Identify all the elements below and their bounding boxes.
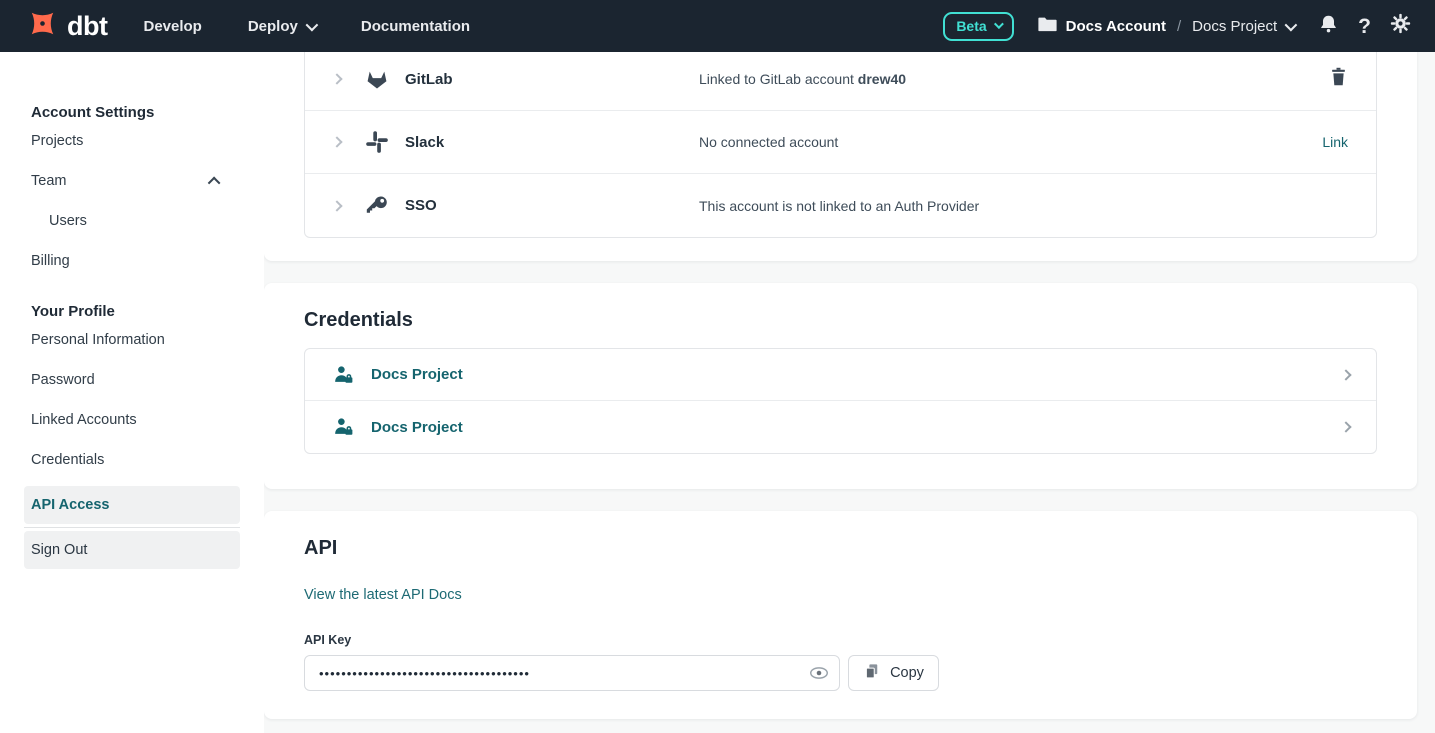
linked-account-row-slack[interactable]: Slack No connected account Link — [305, 111, 1376, 174]
sidebar-item-billing[interactable]: Billing — [0, 241, 264, 281]
credentials-card: Credentials Docs Project — [264, 283, 1417, 489]
sidebar-item-credentials[interactable]: Credentials — [0, 440, 264, 480]
sidebar-heading-your-profile: Your Profile — [0, 303, 264, 320]
user-lock-icon — [333, 364, 355, 386]
copy-icon — [863, 662, 881, 685]
copy-button-label: Copy — [890, 665, 924, 681]
gear-icon[interactable] — [1390, 13, 1411, 39]
breadcrumb: Docs Account / Docs Project — [1038, 16, 1295, 36]
credentials-title: Credentials — [264, 283, 1417, 332]
sidebar-item-team[interactable]: Team — [0, 161, 264, 201]
linked-account-status: This account is not linked to an Auth Pr… — [699, 198, 979, 214]
slack-icon — [365, 130, 389, 154]
linked-account-status: Linked to GitLab account drew40 — [699, 71, 906, 87]
chevron-right-icon[interactable] — [331, 73, 342, 84]
credential-project-name: Docs Project — [371, 366, 463, 383]
linked-account-name: GitLab — [405, 71, 453, 88]
sidebar-item-projects[interactable]: Projects — [0, 121, 264, 161]
row-actions: Link — [1322, 134, 1348, 150]
nav-develop[interactable]: Develop — [143, 18, 201, 35]
sidebar-item-sign-out[interactable]: Sign Out — [24, 531, 240, 569]
folder-icon — [1038, 16, 1057, 36]
breadcrumb-separator: / — [1177, 18, 1181, 35]
top-nav: Develop Deploy Documentation — [143, 18, 470, 35]
help-icon[interactable]: ? — [1358, 16, 1371, 37]
breadcrumb-account[interactable]: Docs Account — [1066, 18, 1166, 35]
nav-documentation[interactable]: Documentation — [361, 18, 470, 35]
key-icon — [365, 194, 389, 218]
slack-link-button[interactable]: Link — [1322, 134, 1348, 150]
settings-sidebar: Account Settings Projects Team Users Bil… — [0, 52, 264, 733]
api-docs-link[interactable]: View the latest API Docs — [304, 587, 462, 603]
linked-account-name: SSO — [405, 197, 437, 214]
gitlab-icon — [365, 67, 389, 91]
sidebar-item-api-access[interactable]: API Access — [24, 486, 240, 524]
credential-row[interactable]: Docs Project — [305, 349, 1376, 401]
beta-dropdown-button[interactable]: Beta — [943, 12, 1013, 41]
sidebar-item-linked-accounts[interactable]: Linked Accounts — [0, 400, 264, 440]
api-card: API View the latest API Docs API Key Cop… — [264, 511, 1417, 719]
gitlab-username: drew40 — [858, 71, 906, 87]
api-key-label: API Key — [304, 633, 351, 647]
sidebar-item-users[interactable]: Users — [0, 201, 264, 241]
sidebar-item-password[interactable]: Password — [0, 360, 264, 400]
api-key-field-wrap — [304, 655, 840, 691]
nav-deploy[interactable]: Deploy — [248, 18, 315, 35]
top-navbar: dbt Develop Deploy Documentation Beta Do… — [0, 0, 1435, 52]
credential-project-name: Docs Project — [371, 419, 463, 436]
dbt-logo-text: dbt — [67, 11, 107, 42]
linked-account-row-sso[interactable]: SSO This account is not linked to an Aut… — [305, 174, 1376, 237]
row-actions — [1329, 66, 1348, 92]
chevron-right-icon[interactable] — [331, 136, 342, 147]
api-title: API — [264, 511, 1417, 560]
credential-row[interactable]: Docs Project — [305, 401, 1376, 453]
sidebar-heading-account-settings: Account Settings — [0, 104, 264, 121]
dbt-logo[interactable]: dbt — [0, 7, 107, 45]
chevron-right-icon[interactable] — [331, 200, 342, 211]
chevron-up-icon — [208, 176, 221, 189]
breadcrumb-project-dropdown[interactable]: Docs Project — [1192, 18, 1294, 35]
navbar-right: Beta Docs Account / Docs Project — [943, 12, 1435, 41]
copy-api-key-button[interactable]: Copy — [848, 655, 939, 691]
chevron-right-icon — [1340, 369, 1351, 380]
trash-icon[interactable] — [1329, 66, 1348, 92]
linked-account-name: Slack — [405, 134, 444, 151]
credentials-list: Docs Project Docs Project — [304, 348, 1377, 454]
chevron-right-icon — [1340, 421, 1351, 432]
navbar-icons: ? — [1318, 13, 1411, 40]
sidebar-item-personal-information[interactable]: Personal Information — [0, 320, 264, 360]
main-content: GitLab Linked to GitLab account drew40 — [264, 52, 1435, 733]
linked-accounts-list: GitLab Linked to GitLab account drew40 — [304, 52, 1377, 238]
chevron-down-icon — [994, 19, 1004, 29]
user-lock-icon — [333, 416, 355, 438]
linked-account-status: No connected account — [699, 134, 838, 150]
sidebar-divider — [24, 527, 240, 528]
chevron-down-icon — [305, 18, 318, 31]
eye-icon[interactable] — [808, 662, 830, 684]
linked-accounts-card: GitLab Linked to GitLab account drew40 — [264, 52, 1417, 261]
chevron-down-icon — [1285, 18, 1298, 31]
dbt-logo-icon — [26, 7, 59, 45]
api-key-input[interactable] — [304, 655, 840, 691]
linked-account-row-gitlab[interactable]: GitLab Linked to GitLab account drew40 — [305, 52, 1376, 111]
notifications-bell-icon[interactable] — [1318, 13, 1339, 40]
